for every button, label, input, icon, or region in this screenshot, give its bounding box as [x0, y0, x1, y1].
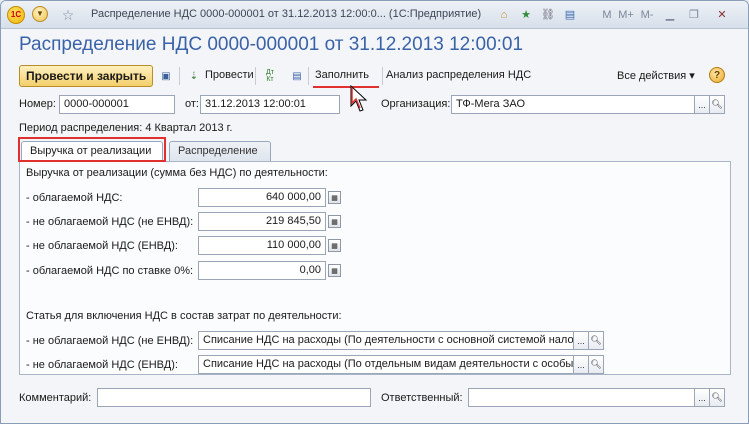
dtkt-icon[interactable]: Дт Кт	[262, 68, 278, 84]
toolbar-separator	[382, 67, 383, 85]
all-actions-menu[interactable]: Все действия ▾	[617, 69, 695, 82]
number-label: Номер:	[19, 98, 56, 110]
article-row-label: - не облагаемой НДС (ЕНВД):	[26, 359, 178, 371]
revenue-row-label: - не облагаемой НДС (не ЕНВД):	[26, 216, 194, 228]
post-and-close-button[interactable]: Провести и закрыть	[19, 65, 154, 87]
star-icon[interactable]: ☆	[59, 6, 77, 24]
date-field[interactable]: 31.12.2013 12:00:01	[200, 95, 340, 114]
restore-icon[interactable]: ❐	[685, 6, 703, 23]
organization-field[interactable]: ТФ-Мега ЗАО	[451, 95, 695, 114]
memory-icon[interactable]: ▤	[561, 6, 579, 24]
toolbar-separator	[179, 67, 180, 85]
responsible-field[interactable]	[468, 388, 695, 407]
comment-label: Комментарий:	[19, 392, 92, 404]
search-icon[interactable]: 🔍︎	[589, 331, 604, 350]
memory-plus-button[interactable]: M+	[617, 6, 635, 23]
1c-logo-icon[interactable]: 1С	[7, 6, 25, 24]
memory-m-button[interactable]: M	[598, 6, 616, 23]
menu-icon[interactable]: ▼	[32, 6, 48, 22]
comment-field[interactable]	[97, 388, 371, 407]
search-icon[interactable]: 🔍︎	[710, 388, 725, 407]
page-title: Распределение НДС 0000-000001 от 31.12.2…	[19, 34, 524, 55]
revenue-nontaxable-field[interactable]: 219 845,50	[198, 212, 326, 231]
fill-button[interactable]: Заполнить	[315, 69, 369, 81]
search-icon[interactable]: 🔍︎	[589, 355, 604, 374]
organization-select-button[interactable]: ...	[695, 95, 710, 114]
minimize-icon[interactable]: ▁	[661, 6, 679, 23]
article-nonenvd-field[interactable]: Списание НДС на расходы (По деятельности…	[198, 331, 574, 350]
post-icon[interactable]: ⇣	[186, 68, 202, 84]
vat-analysis-button[interactable]: Анализ распределения НДС	[386, 69, 531, 81]
revenue-panel: Выручка от реализации (сумма без НДС) по…	[19, 161, 731, 375]
revenue-row-label: - не облагаемой НДС (ЕНВД):	[26, 240, 178, 252]
save-icon[interactable]: ▣	[158, 68, 174, 84]
post-button[interactable]: Провести	[205, 69, 254, 81]
calculator-icon[interactable]: ▦	[328, 215, 341, 228]
document-icon[interactable]: ▤	[289, 68, 305, 84]
toolbar-separator	[255, 67, 256, 85]
revenue-section-title: Выручка от реализации (сумма без НДС) по…	[26, 167, 328, 179]
organization-label: Организация:	[381, 98, 451, 110]
link-icon[interactable]: ⛓	[539, 6, 557, 24]
period-text: Период распределения: 4 Квартал 2013 г.	[19, 122, 233, 134]
app-window: 1С ▼ ☆ Распределение НДС 0000-000001 от …	[0, 0, 749, 424]
fill-button-highlight	[313, 86, 379, 88]
article-select-button[interactable]: ...	[574, 331, 589, 350]
number-field[interactable]: 0000-000001	[59, 95, 175, 114]
calculator-icon[interactable]: ▦	[328, 264, 341, 277]
title-bar: 1С ▼ ☆ Распределение НДС 0000-000001 от …	[1, 1, 748, 29]
revenue-row-label: - облагаемой НДС по ставке 0%:	[26, 265, 194, 277]
toolbar: Провести и закрыть ▣ ⇣ Провести Дт Кт ▤ …	[19, 64, 731, 88]
responsible-label: Ответственный:	[381, 392, 463, 404]
calculator-icon[interactable]: ▦	[328, 191, 341, 204]
calculator-icon[interactable]: ▦	[328, 239, 341, 252]
revenue-row-label: - облагаемой НДС:	[26, 192, 123, 204]
help-icon[interactable]: ?	[709, 67, 725, 83]
article-envd-field[interactable]: Списание НДС на расходы (По отдельным ви…	[198, 355, 574, 374]
article-row-label: - не облагаемой НДС (не ЕНВД):	[26, 335, 194, 347]
revenue-envd-field[interactable]: 110 000,00	[198, 236, 326, 255]
responsible-select-button[interactable]: ...	[695, 388, 710, 407]
tab-distribution[interactable]: Распределение	[169, 141, 271, 161]
favorite-icon[interactable]: ★	[517, 6, 535, 24]
revenue-zero-rate-field[interactable]: 0,00	[198, 261, 326, 280]
date-label: от:	[185, 98, 199, 110]
tab-highlight-box	[18, 137, 166, 162]
revenue-taxable-field[interactable]: 640 000,00	[198, 188, 326, 207]
memory-minus-button[interactable]: M-	[638, 6, 656, 23]
organization-search-icon[interactable]: 🔍︎	[710, 95, 725, 114]
toolbar-separator	[308, 67, 309, 85]
home-icon[interactable]: ⌂	[495, 6, 513, 24]
articles-section-title: Статья для включения НДС в состав затрат…	[26, 310, 342, 322]
article-select-button[interactable]: ...	[574, 355, 589, 374]
close-icon[interactable]: ✕	[713, 6, 731, 23]
mouse-cursor-icon	[350, 84, 368, 112]
window-title: Распределение НДС 0000-000001 от 31.12.2…	[91, 8, 482, 20]
